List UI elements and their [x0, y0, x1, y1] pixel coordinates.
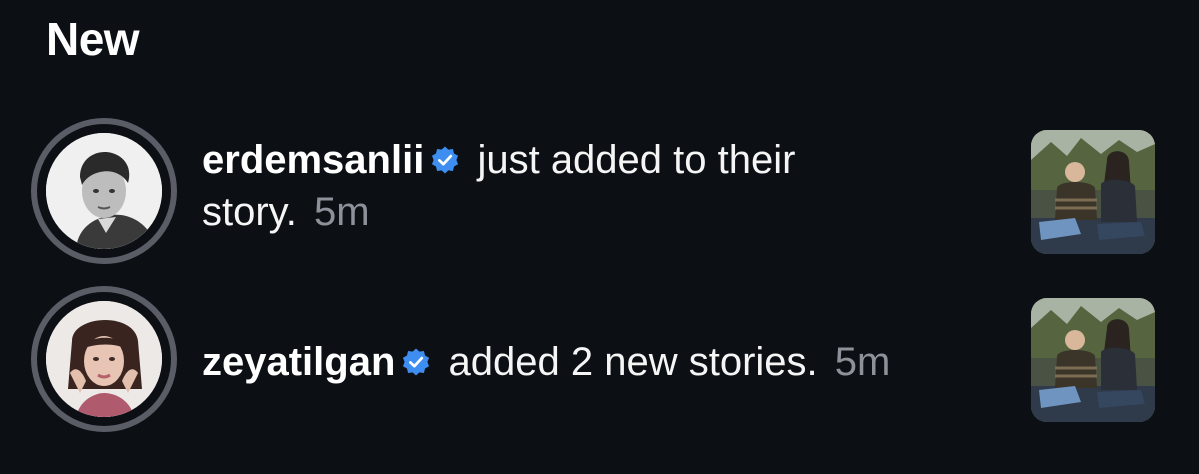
section-title: New: [46, 13, 140, 65]
avatar[interactable]: [46, 133, 162, 249]
story-thumbnail[interactable]: [1031, 130, 1155, 254]
notification-row[interactable]: erdemsanlii just added to their story. 5…: [0, 118, 1199, 268]
man-portrait-avatar-icon: [46, 133, 162, 249]
username-link[interactable]: zeyatilgan: [202, 340, 395, 384]
notification-text: zeyatilgan added 2 new stories. 5m: [202, 336, 1012, 388]
verified-badge-icon: [403, 348, 430, 376]
story-photo-thumbnail-icon: [1031, 130, 1155, 254]
story-thumbnail[interactable]: [1031, 298, 1155, 422]
timestamp: 5m: [313, 190, 370, 234]
timestamp: 5m: [834, 340, 891, 384]
notification-message: just added to their: [477, 138, 796, 182]
notification-message: added 2 new stories.: [448, 340, 818, 384]
username-link[interactable]: erdemsanlii: [202, 138, 424, 182]
story-photo-thumbnail-icon: [1031, 298, 1155, 422]
story-ring[interactable]: [31, 118, 177, 264]
avatar[interactable]: [46, 301, 162, 417]
notification-row[interactable]: zeyatilgan added 2 new stories. 5m: [0, 286, 1199, 436]
verified-badge-icon: [432, 146, 459, 174]
notification-message-continued: story.: [202, 190, 297, 234]
woman-portrait-avatar-icon: [46, 301, 162, 417]
notification-text: erdemsanlii just added to their story. 5…: [202, 134, 962, 238]
story-ring[interactable]: [31, 286, 177, 432]
